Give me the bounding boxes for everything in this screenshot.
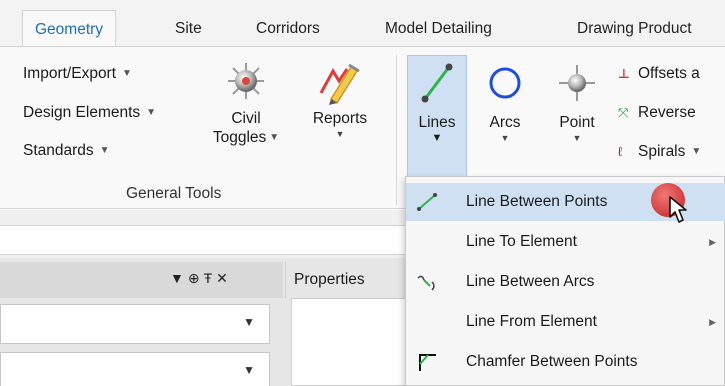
- reports-icon: [319, 63, 360, 105]
- reverse-label: Reverse: [638, 104, 696, 121]
- chevron-down-icon: ▼: [572, 133, 582, 143]
- reports-button[interactable]: Reports ▼: [300, 59, 380, 140]
- tab-drawing-production[interactable]: Drawing Product: [577, 14, 692, 47]
- arcs-label: Arcs: [489, 114, 521, 131]
- submenu-arrow-icon: ▶: [709, 317, 716, 327]
- tab-geometry[interactable]: Geometry: [22, 10, 117, 47]
- reverse-button[interactable]: ⤧ Reverse: [618, 104, 696, 122]
- menu-item-line-from-element[interactable]: Line From Element ▶: [406, 303, 725, 341]
- panel-controls: ▼⊕Ŧ✕: [170, 270, 232, 287]
- spirals-button[interactable]: ℓ Spirals ▼: [618, 143, 701, 161]
- spiral-icon: ℓ: [618, 144, 623, 159]
- close-icon[interactable]: ✕: [216, 270, 232, 286]
- lines-button[interactable]: Lines ▼: [408, 61, 466, 144]
- general-tools-group-label: General Tools: [126, 185, 222, 202]
- point-button[interactable]: Point ▼: [546, 61, 608, 144]
- offsets-button[interactable]: ⊥ Offsets a: [618, 65, 700, 83]
- menu-item-label: Chamfer Between Points: [466, 353, 638, 370]
- import-export-label: Import/Export: [23, 65, 117, 82]
- panel-combo-1[interactable]: ▼: [0, 304, 270, 344]
- properties-body: [291, 298, 411, 386]
- reverse-icon: ⤧: [618, 105, 629, 120]
- tab-site[interactable]: Site: [175, 14, 202, 47]
- chevron-down-icon: ▼: [500, 133, 510, 143]
- offsets-icon: ⊥: [618, 66, 630, 81]
- chevron-down-icon: ▼: [243, 363, 255, 377]
- pin-icon[interactable]: ⊕: [188, 270, 204, 286]
- point-icon: [559, 65, 595, 101]
- panel-combo-2[interactable]: ▼: [0, 352, 270, 386]
- standards-button[interactable]: Standards ▼: [23, 142, 110, 160]
- civil-toggles-label-1: Civil: [231, 110, 261, 127]
- tab-model-detailing[interactable]: Model Detailing: [385, 14, 492, 47]
- design-elements-label: Design Elements: [23, 104, 141, 121]
- import-export-button[interactable]: Import/Export ▼: [23, 65, 132, 83]
- reports-label: Reports: [312, 110, 368, 127]
- design-elements-button[interactable]: Design Elements ▼: [23, 104, 156, 122]
- submenu-arrow-icon: ▶: [709, 237, 716, 247]
- line-icon: [421, 63, 453, 103]
- chevron-down-icon: ▼: [335, 129, 345, 139]
- menu-item-chamfer-between-points[interactable]: Chamfer Between Points: [406, 343, 725, 381]
- menu-item-label: Line To Element: [466, 233, 577, 250]
- group-separator: [396, 55, 397, 205]
- mouse-cursor-icon: [669, 196, 687, 223]
- civil-toggles-icon: [228, 63, 264, 99]
- civil-toggles-label-2: Toggles ▼: [212, 129, 280, 146]
- menu-item-label: Line From Element: [466, 313, 597, 330]
- chamfer-icon: [419, 354, 436, 371]
- tab-corridors[interactable]: Corridors: [256, 14, 320, 47]
- panel-header: [0, 262, 283, 298]
- civil-toggles-button[interactable]: Civil Toggles ▼: [210, 59, 282, 147]
- pin-icon-2[interactable]: Ŧ: [204, 270, 217, 286]
- arcs-button[interactable]: Arcs ▼: [482, 61, 528, 144]
- chevron-down-icon: ▼: [122, 68, 132, 79]
- line-between-arcs-icon: [417, 275, 435, 291]
- chevron-down-icon: ▼: [243, 315, 255, 329]
- spirals-label: Spirals: [638, 143, 686, 160]
- chevron-down-icon: ▼: [691, 146, 702, 157]
- menu-item-line-to-element[interactable]: Line To Element ▶: [406, 223, 725, 261]
- ribbon-tab-bar: Geometry Site Corridors Model Detailing …: [0, 0, 725, 47]
- circle-arc-icon: [489, 67, 521, 99]
- tab-properties[interactable]: Properties: [285, 262, 397, 298]
- line-icon: [417, 193, 437, 211]
- menu-item-label: Line Between Points: [466, 193, 608, 210]
- chevron-down-icon: ▼: [99, 145, 110, 156]
- chevron-down-icon: ▼: [146, 107, 157, 118]
- panel-menu-icon[interactable]: ▼: [170, 270, 188, 286]
- menu-item-label: Line Between Arcs: [466, 273, 595, 290]
- standards-label: Standards: [23, 142, 94, 159]
- point-label: Point: [559, 114, 595, 131]
- lines-label: Lines: [418, 114, 456, 131]
- offsets-label: Offsets a: [638, 65, 700, 82]
- chevron-down-icon: ▼: [431, 132, 443, 144]
- menu-item-line-between-arcs[interactable]: Line Between Arcs: [406, 263, 725, 301]
